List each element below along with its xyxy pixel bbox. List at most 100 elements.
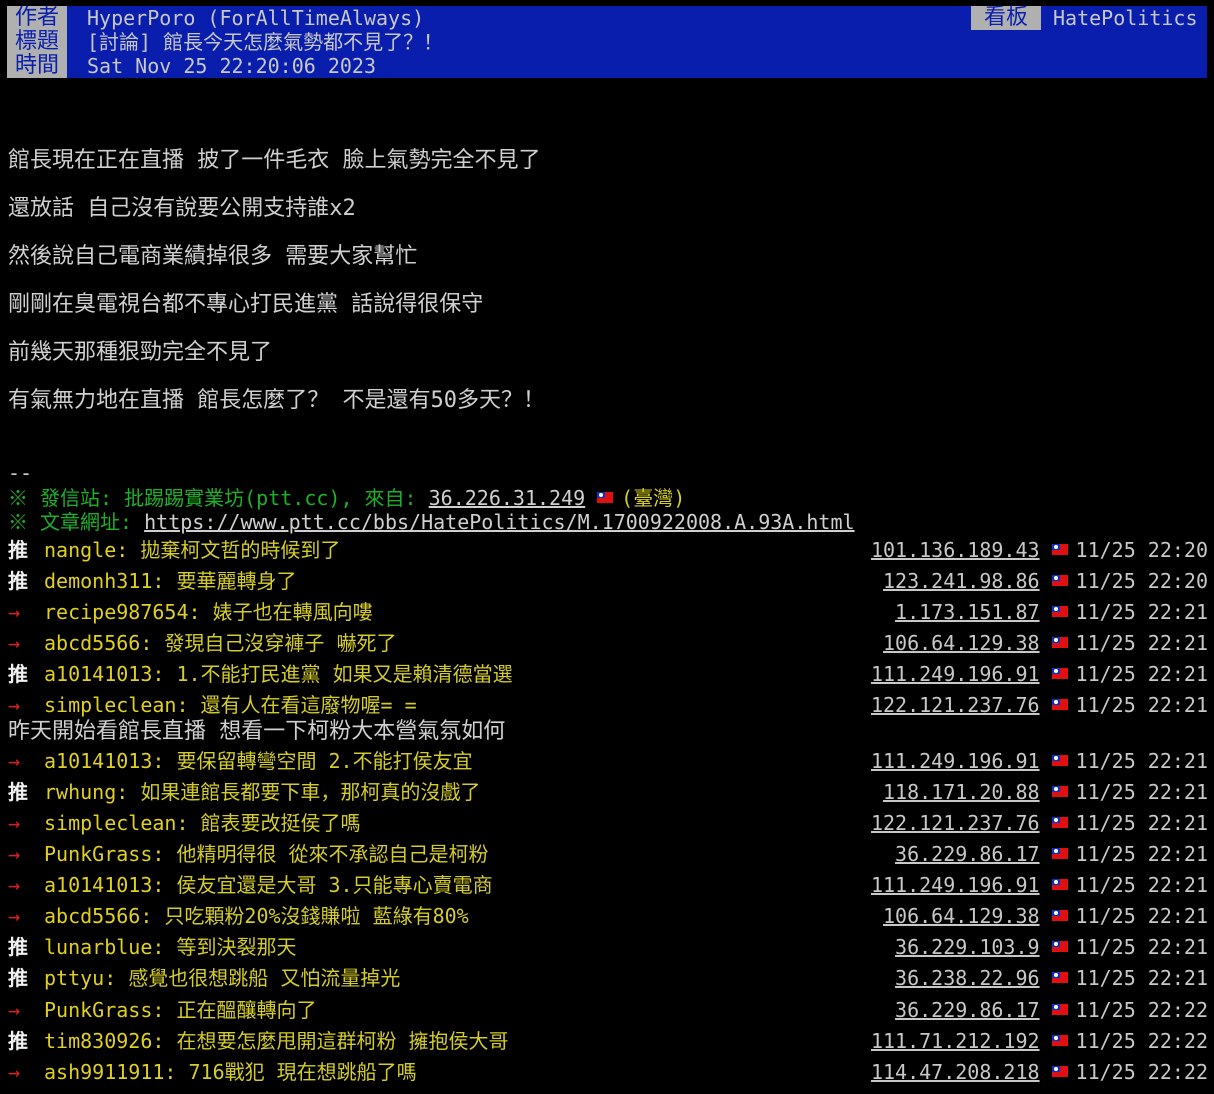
arrow-tag: →	[8, 873, 21, 897]
taiwan-flag-icon	[1051, 575, 1068, 586]
push-ip[interactable]: 118.171.20.88	[883, 780, 1040, 804]
push-colon: :	[164, 1060, 189, 1084]
body-line: 然後說自己電商業績掉很多 需要大家幫忙	[8, 244, 418, 269]
push-user-id[interactable]: rwhung	[44, 780, 116, 804]
taiwan-flag-icon	[1051, 1035, 1068, 1046]
taiwan-flag-icon	[1051, 668, 1068, 679]
push-comment-row: → recipe987654: 婊子也在轉風向嘍 1.173.151.87 11/25…	[8, 597, 1208, 627]
push-comment-row: → simpleclean: 館表要改挺侯了嗎 122.121.237.76 11/2…	[8, 808, 1208, 838]
push-comment-row: 推 a10141013: 1.不能打民進黨 如果又是賴清德當選 111.249.19…	[8, 659, 1208, 689]
push-ip[interactable]: 111.71.212.192	[871, 1029, 1040, 1053]
push-ip[interactable]: 36.229.86.17	[895, 842, 1040, 866]
push-user-id[interactable]: pttyu	[44, 966, 104, 990]
push-user-id[interactable]: abcd5566	[44, 631, 140, 655]
author-value: HyperPoro (ForAllTimeAlways)	[87, 6, 425, 30]
push-message: 要華麗轉身了	[176, 569, 297, 593]
push-user-id[interactable]: PunkGrass	[44, 998, 152, 1022]
push-comment-row: 推 pttyu: 感覺也很想跳船 又怕流量掉光 36.238.22.96 11/25 …	[8, 963, 1208, 993]
board-key: 看板	[971, 6, 1041, 30]
source-prefix: ※ 發信站: 批踢踢實業坊(ptt.cc), 來自:	[8, 486, 429, 510]
push-user-id[interactable]: ash9911911	[44, 1060, 164, 1084]
push-ip[interactable]: 122.121.237.76	[871, 693, 1040, 717]
push-comment-row: → PunkGrass: 他精明得很 從來不承認自己是柯粉 36.229.86.17…	[8, 839, 1208, 869]
arrow-tag: →	[8, 749, 21, 773]
push-user-id[interactable]: a10141013	[44, 873, 152, 897]
push-colon: :	[104, 966, 129, 990]
push-ip[interactable]: 111.249.196.91	[871, 662, 1040, 686]
push-ip[interactable]: 36.229.86.17	[895, 998, 1040, 1022]
article-url-link[interactable]: https://www.ptt.cc/bbs/HatePolitics/M.17…	[144, 510, 854, 534]
push-colon: :	[188, 600, 213, 624]
arrow-tag: →	[8, 631, 21, 655]
push-message: 要保留轉彎空間 2.不能打侯友宜	[176, 749, 473, 773]
push-time: 11/25 22:21	[1075, 842, 1208, 866]
push-user-id[interactable]: abcd5566	[44, 904, 140, 928]
push-meta: 111.249.196.91 11/25 22:21	[871, 870, 1208, 900]
push-ip[interactable]: 101.136.189.43	[871, 538, 1040, 562]
push-colon: :	[152, 873, 177, 897]
push-time: 11/25 22:21	[1075, 693, 1208, 717]
push-time: 11/25 22:21	[1075, 780, 1208, 804]
push-user-id[interactable]: simpleclean	[44, 693, 176, 717]
push-comment-row: → simpleclean: 還有人在看這廢物喔= = 122.121.237.76…	[8, 690, 1208, 720]
push-user-id[interactable]: lunarblue	[44, 935, 152, 959]
push-ip[interactable]: 122.121.237.76	[871, 811, 1040, 835]
push-user-id[interactable]: demonh311	[44, 569, 152, 593]
taiwan-flag-icon	[1051, 606, 1068, 617]
push-ip[interactable]: 1.173.151.87	[895, 600, 1040, 624]
push-comment-row: 推 lunarblue: 等到決裂那天 36.229.103.9 11/25 22:2…	[8, 932, 1208, 962]
author-key: 作者	[7, 6, 67, 30]
push-tag: 推	[8, 780, 28, 804]
push-meta: 111.249.196.91 11/25 22:21	[871, 746, 1208, 776]
push-ip[interactable]: 111.249.196.91	[871, 873, 1040, 897]
arrow-tag: →	[8, 811, 21, 835]
push-message: 如果連館長都要下車，那柯真的沒戲了	[140, 780, 481, 804]
push-meta: 123.241.98.86 11/25 22:20	[883, 566, 1208, 596]
push-ip[interactable]: 36.238.22.96	[895, 966, 1040, 990]
push-user-id[interactable]: recipe987654	[44, 600, 189, 624]
push-meta: 106.64.129.38 11/25 22:21	[883, 901, 1208, 931]
push-meta: 36.229.86.17 11/25 22:21	[895, 839, 1208, 869]
arrow-tag: →	[8, 904, 21, 928]
push-user-id[interactable]: simpleclean	[44, 811, 176, 835]
push-tag: 推	[8, 935, 28, 959]
source-ip[interactable]: 36.226.31.249	[429, 486, 586, 510]
push-meta: 111.249.196.91 11/25 22:21	[871, 659, 1208, 689]
push-meta: 122.121.237.76 11/25 22:21	[871, 808, 1208, 838]
push-user-id[interactable]: a10141013	[44, 749, 152, 773]
push-ip[interactable]: 106.64.129.38	[883, 631, 1040, 655]
arrow-tag: →	[8, 1060, 21, 1084]
push-colon: :	[176, 811, 201, 835]
push-ip[interactable]: 36.229.103.9	[895, 935, 1040, 959]
taiwan-flag-icon	[1051, 972, 1068, 983]
arrow-tag: →	[8, 998, 21, 1022]
push-meta: 36.229.86.17 11/25 22:22	[895, 995, 1208, 1025]
push-time: 11/25 22:21	[1075, 749, 1208, 773]
taiwan-flag-icon	[1051, 755, 1068, 766]
push-ip[interactable]: 114.47.208.218	[871, 1060, 1040, 1084]
push-message: 他精明得很 從來不承認自己是柯粉	[176, 842, 489, 866]
push-colon: :	[152, 749, 177, 773]
push-time: 11/25 22:21	[1075, 966, 1208, 990]
article-header: 作者 HyperPoro (ForAllTimeAlways) 看板 HateP…	[7, 6, 1207, 78]
push-meta: 36.229.103.9 11/25 22:21	[895, 932, 1208, 962]
push-time: 11/25 22:21	[1075, 873, 1208, 897]
push-tag: 推	[8, 569, 28, 593]
push-ip[interactable]: 106.64.129.38	[883, 904, 1040, 928]
push-colon: :	[116, 780, 141, 804]
push-user-id[interactable]: tim830926	[44, 1029, 152, 1053]
push-ip[interactable]: 123.241.98.86	[883, 569, 1040, 593]
push-comment-row: → ash9911911: 716戰犯 現在想跳船了嗎 114.47.208.218…	[8, 1057, 1208, 1087]
push-colon: :	[152, 842, 177, 866]
arrow-tag: →	[8, 842, 21, 866]
push-user-id[interactable]: PunkGrass	[44, 842, 152, 866]
push-tag: 推	[8, 1029, 28, 1053]
push-colon: :	[176, 693, 201, 717]
push-ip[interactable]: 111.249.196.91	[871, 749, 1040, 773]
push-user-id[interactable]: a10141013	[44, 662, 152, 686]
taiwan-flag-icon	[1051, 1004, 1068, 1015]
push-time: 11/25 22:20	[1075, 569, 1208, 593]
push-user-id[interactable]: nangle	[44, 538, 116, 562]
push-comment-row: 推 demonh311: 要華麗轉身了 123.241.98.86 11/25 22:…	[8, 566, 1208, 596]
board-value[interactable]: HatePolitics	[1053, 6, 1198, 30]
